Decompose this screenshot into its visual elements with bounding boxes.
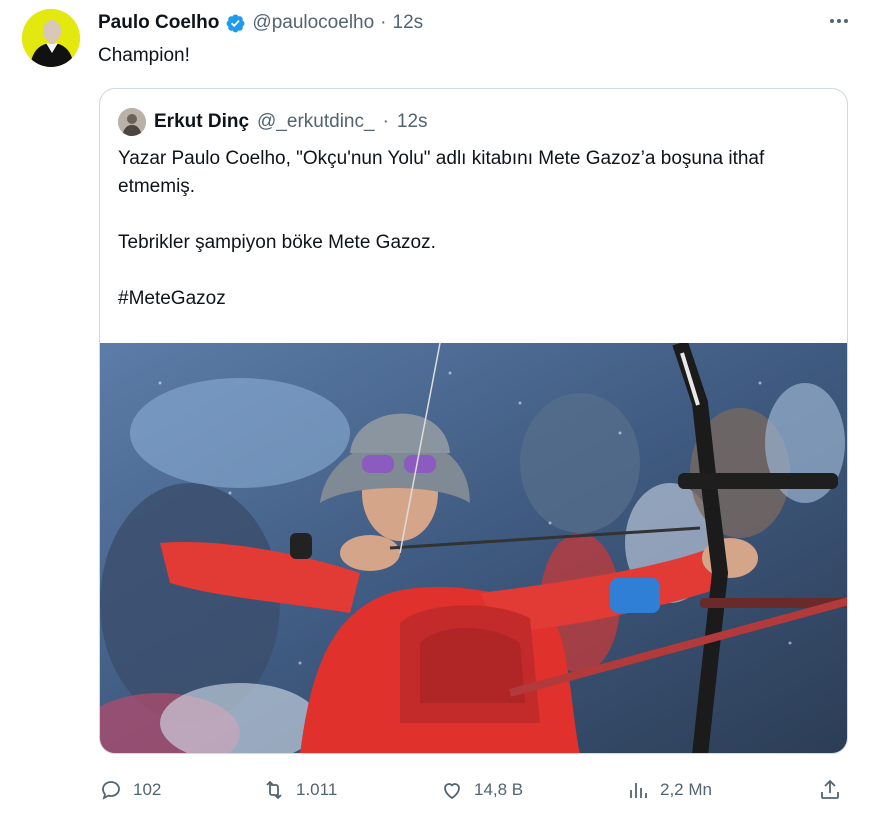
tweet-time[interactable]: 12s: [393, 12, 424, 34]
reply-icon: [102, 781, 120, 800]
quote-author-name[interactable]: Erkut Dinç: [154, 111, 249, 133]
quote-media-photo[interactable]: [100, 343, 847, 753]
more-icon[interactable]: [828, 10, 850, 38]
reply-count: 102: [133, 780, 162, 799]
author-name[interactable]: Paulo Coelho: [98, 12, 219, 34]
quoted-tweet[interactable]: Erkut Dinç @_erkutdinc_ · 12s Yazar Paul…: [99, 88, 848, 754]
quote-header: Erkut Dinç @_erkutdinc_ · 12s: [118, 107, 428, 137]
author-handle[interactable]: @paulocoelho: [252, 12, 374, 34]
quote-hashtag[interactable]: #MeteGazoz: [118, 285, 833, 313]
retweet-icon: [266, 780, 282, 800]
quote-text: Yazar Paulo Coelho, "Okçu'nun Yolu" adlı…: [118, 145, 833, 341]
action-bar: 102 1.011 14,8 B 2,2 Mn: [0, 772, 880, 808]
verified-badge-icon: [226, 14, 245, 32]
separator-dot: ·: [380, 12, 387, 33]
archer-photo: [100, 343, 847, 753]
views-count: 2,2 Mn: [660, 780, 712, 799]
like-button[interactable]: 14,8 B: [440, 772, 523, 808]
quote-paragraph: Yazar Paulo Coelho, "Okçu'nun Yolu" adlı…: [118, 148, 765, 197]
share-icon: [821, 779, 839, 799]
quote-author-handle[interactable]: @_erkutdinc_: [257, 111, 375, 133]
views-button[interactable]: 2,2 Mn: [626, 772, 712, 808]
share-button[interactable]: [818, 772, 842, 808]
tweet-header: Paulo Coelho @paulocoelho · 12s: [98, 10, 423, 36]
reply-button[interactable]: 102: [99, 772, 161, 808]
views-icon: [630, 783, 647, 798]
quote-avatar-image: [118, 108, 146, 136]
quote-author-avatar[interactable]: [118, 108, 146, 136]
tweet[interactable]: Paulo Coelho @paulocoelho · 12s Champion…: [0, 0, 880, 823]
author-avatar[interactable]: [22, 9, 80, 67]
like-count: 14,8 B: [474, 780, 524, 799]
author-avatar-image: [22, 9, 80, 67]
quote-separator-dot: ·: [382, 111, 389, 132]
more-icon-glyph: [830, 19, 848, 23]
like-icon: [444, 783, 460, 800]
tweet-text: Champion!: [98, 45, 190, 66]
retweet-count: 1.011: [296, 780, 338, 799]
quote-time[interactable]: 12s: [397, 111, 428, 133]
quote-paragraph: Tebrikler şampiyon böke Mete Gazoz.: [118, 232, 436, 253]
retweet-button[interactable]: 1.011: [262, 772, 337, 808]
